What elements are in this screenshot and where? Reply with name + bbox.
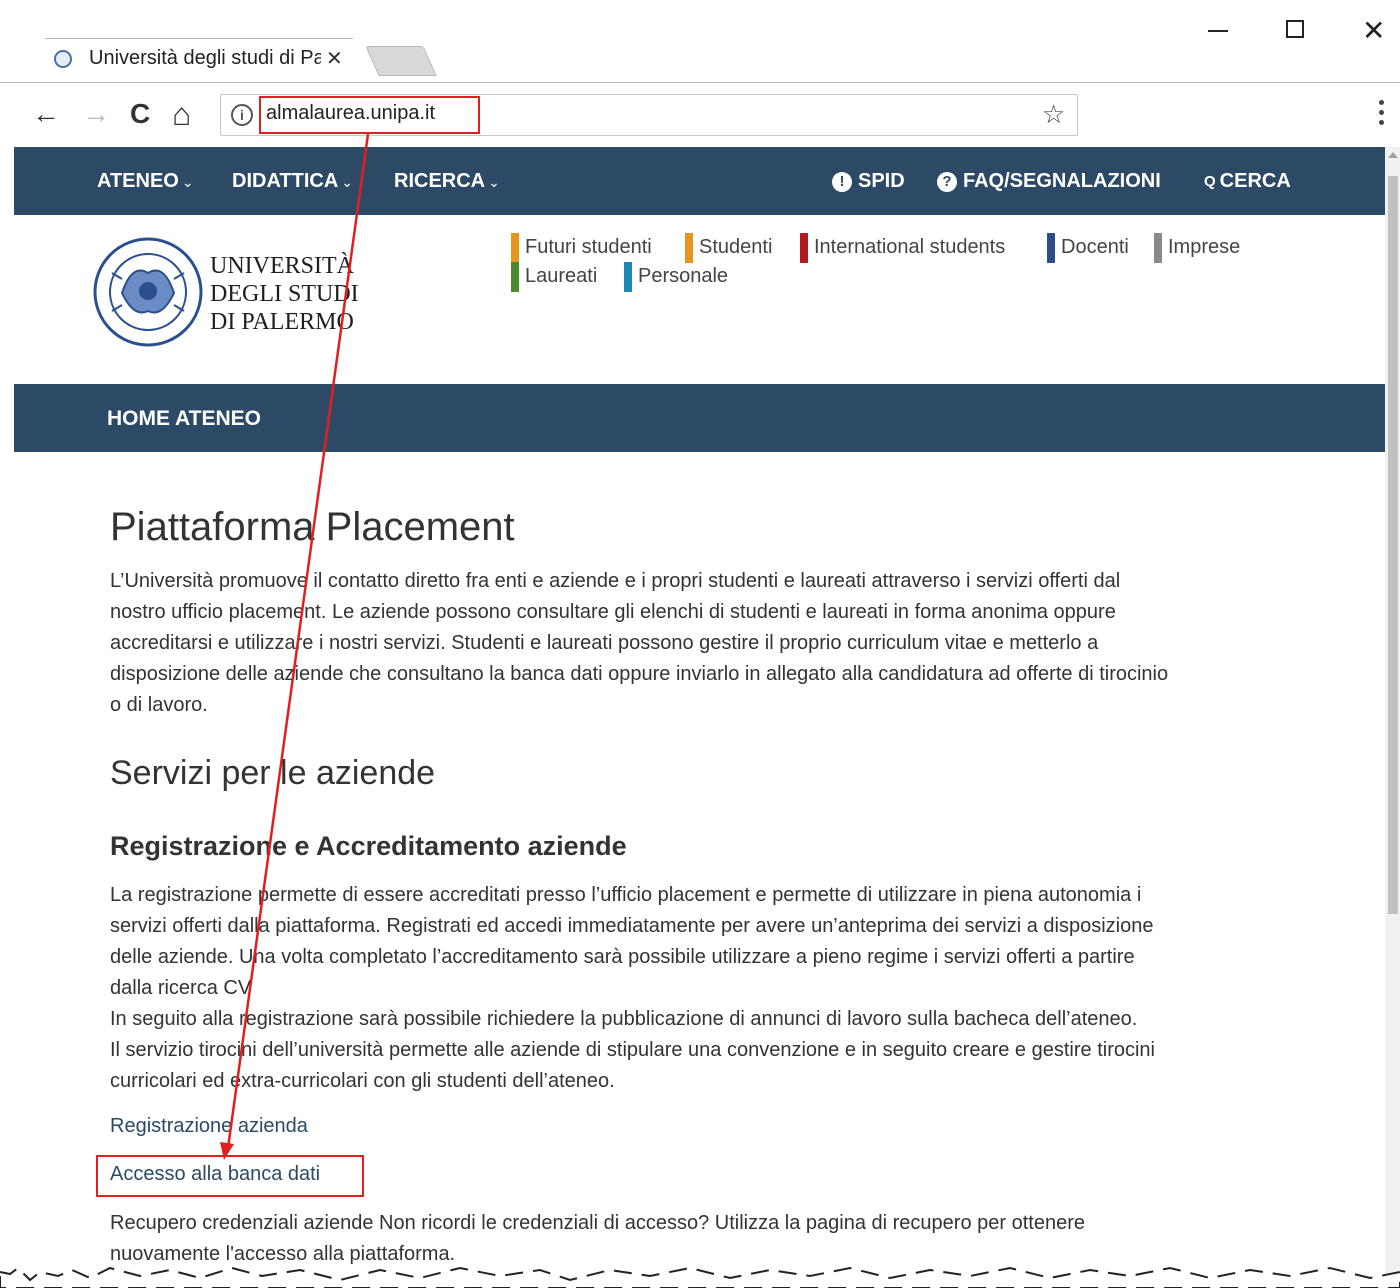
audience-futuri-studenti[interactable]: Futuri studenti bbox=[511, 233, 652, 263]
nav-faq-label: FAQ/SEGNALAZIONI bbox=[963, 170, 1161, 192]
logo-line: DI PALERMO bbox=[210, 309, 354, 335]
maximize-icon[interactable] bbox=[1286, 20, 1304, 38]
text-line: servizi offerti dalla piattaforma. Regis… bbox=[110, 915, 1154, 937]
logo-line: DEGLI STUDI bbox=[210, 281, 359, 307]
color-bar bbox=[1154, 233, 1162, 263]
audience-international[interactable]: International students bbox=[800, 233, 1006, 263]
color-bar bbox=[800, 233, 808, 263]
audience-label: Docenti bbox=[1061, 236, 1129, 258]
site-info-icon[interactable]: i bbox=[231, 104, 253, 126]
search-icon: Q bbox=[1204, 173, 1216, 190]
text-line: Recupero credenziali aziende Non ricordi… bbox=[110, 1212, 1085, 1234]
audience-label: Imprese bbox=[1168, 236, 1241, 258]
chevron-down-icon: ⌄ bbox=[488, 174, 500, 190]
nav-home-ateneo[interactable]: HOME ATENEO bbox=[107, 407, 261, 431]
nav-faq[interactable]: ? FAQ/SEGNALAZIONI bbox=[937, 170, 1161, 193]
text-line: o di lavoro. bbox=[110, 694, 208, 716]
alert-icon: ! bbox=[832, 172, 852, 192]
url-text[interactable]: almalaurea.unipa.it bbox=[266, 102, 435, 125]
bookmark-star-icon[interactable]: ☆ bbox=[1042, 99, 1065, 130]
audience-laureati[interactable]: Laureati bbox=[511, 262, 598, 292]
browser-menu-icon[interactable] bbox=[1379, 100, 1385, 130]
audience-label: International students bbox=[814, 236, 1006, 258]
nav-didattica-label: DIDATTICA bbox=[232, 170, 339, 192]
tab-close-icon[interactable]: ✕ bbox=[326, 46, 343, 71]
database-access-link[interactable]: Accesso alla banca dati bbox=[110, 1163, 320, 1186]
text-line: L’Università promuove il contatto dirett… bbox=[110, 570, 1121, 592]
back-icon[interactable]: ← bbox=[32, 98, 60, 130]
text-line: Il servizio tirocini dell’università per… bbox=[110, 1039, 1155, 1061]
nav-spid-label: SPID bbox=[858, 170, 905, 192]
text-line: In seguito alla registrazione sarà possi… bbox=[110, 1008, 1138, 1030]
home-icon[interactable]: ⌂ bbox=[172, 98, 191, 130]
university-name[interactable]: UNIVERSITÀ DEGLI STUDI DI PALERMO bbox=[210, 252, 359, 336]
page-title: Piattaforma Placement bbox=[110, 505, 515, 549]
minimize-icon[interactable] bbox=[1208, 30, 1228, 32]
registration-paragraph: La registrazione permette di essere accr… bbox=[110, 880, 1300, 1097]
audience-label: Laureati bbox=[525, 265, 598, 287]
nav-ateneo-label: ATENEO bbox=[97, 170, 179, 192]
nav-didattica[interactable]: DIDATTICA ⌄ bbox=[232, 170, 353, 193]
color-bar bbox=[685, 233, 693, 263]
audience-label: Futuri studenti bbox=[525, 236, 652, 258]
favicon-icon bbox=[54, 50, 72, 68]
audience-studenti[interactable]: Studenti bbox=[685, 233, 773, 263]
audience-label: Personale bbox=[638, 265, 729, 287]
section-title: Servizi per le aziende bbox=[110, 754, 436, 792]
text-line: nostro ufficio placement. Le aziende pos… bbox=[110, 601, 1116, 623]
audience-label: Studenti bbox=[699, 236, 773, 258]
color-bar bbox=[624, 262, 632, 292]
nav-cerca[interactable]: Q CERCA bbox=[1204, 170, 1291, 193]
logo-line: UNIVERSITÀ bbox=[210, 253, 354, 279]
audience-docenti[interactable]: Docenti bbox=[1047, 233, 1129, 263]
tab-title: Università degli studi di Palermo bbox=[89, 47, 321, 69]
nav-ricerca[interactable]: RICERCA ⌄ bbox=[394, 170, 500, 193]
question-icon: ? bbox=[937, 172, 957, 192]
nav-cerca-label: CERCA bbox=[1219, 170, 1291, 192]
nav-ricerca-label: RICERCA bbox=[394, 170, 486, 192]
reload-icon[interactable]: C bbox=[130, 98, 150, 130]
nav-ateneo[interactable]: ATENEO ⌄ bbox=[97, 170, 194, 193]
color-bar bbox=[1047, 233, 1055, 263]
scrollbar-thumb[interactable] bbox=[1388, 176, 1398, 914]
subsection-title: Registrazione e Accreditamento aziende bbox=[110, 831, 627, 861]
chevron-down-icon: ⌄ bbox=[181, 174, 194, 190]
top-navigation bbox=[14, 147, 1385, 215]
text-line: delle aziende. Una volta completato l’ac… bbox=[110, 946, 1135, 968]
text-line: La registrazione permette di essere accr… bbox=[110, 884, 1142, 906]
registration-link[interactable]: Registrazione azienda bbox=[110, 1115, 308, 1138]
forward-icon[interactable]: → bbox=[82, 98, 110, 130]
nav-spid[interactable]: ! SPID bbox=[832, 170, 905, 193]
torn-edge bbox=[0, 1266, 1400, 1288]
scroll-up-icon[interactable] bbox=[1388, 152, 1398, 158]
text-line: disposizione delle aziende che consultan… bbox=[110, 663, 1169, 685]
text-line: accreditarsi e utilizzare i nostri servi… bbox=[110, 632, 1099, 654]
color-bar bbox=[511, 233, 519, 263]
color-bar bbox=[511, 262, 519, 292]
text-line: curricolari ed extra-curricolari con gli… bbox=[110, 1070, 615, 1092]
audience-imprese[interactable]: Imprese bbox=[1154, 233, 1241, 263]
audience-personale[interactable]: Personale bbox=[624, 262, 729, 292]
chevron-down-icon: ⌄ bbox=[341, 174, 354, 190]
window-close-icon[interactable]: ✕ bbox=[1362, 14, 1385, 47]
text-line: dalla ricerca CV bbox=[110, 977, 252, 999]
intro-paragraph: L’Università promuove il contatto dirett… bbox=[110, 566, 1300, 721]
university-seal-logo[interactable] bbox=[92, 233, 204, 351]
